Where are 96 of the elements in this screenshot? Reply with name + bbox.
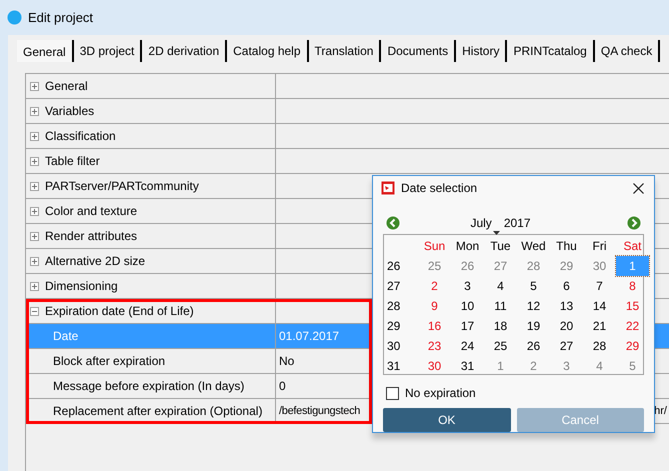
weekday-header: Fri	[592, 238, 608, 255]
expand-icon[interactable]	[30, 282, 39, 290]
calendar-day[interactable]: 19	[517, 316, 550, 336]
calendar-day[interactable]: 21	[583, 316, 616, 336]
week-number: 30	[386, 338, 402, 355]
expand-icon[interactable]	[30, 132, 39, 140]
week-number: 29	[386, 318, 402, 335]
calendar-day[interactable]: 26	[451, 256, 484, 276]
calendar-day[interactable]: 20	[550, 316, 583, 336]
group-label: Render attributes	[45, 228, 138, 245]
week-number: 31	[386, 358, 402, 375]
previous-month-icon[interactable]	[386, 216, 400, 230]
calendar-day[interactable]: 28	[583, 336, 616, 356]
group-label: Expiration date (End of Life)	[45, 303, 194, 320]
week-number: 27	[386, 278, 402, 295]
calendar-day[interactable]: 31	[451, 356, 484, 376]
collapse-icon[interactable]	[30, 306, 39, 316]
calendar-day[interactable]: 26	[517, 336, 550, 356]
calendar-day[interactable]: 2	[418, 276, 451, 296]
tab[interactable]: 3D project	[74, 40, 142, 62]
calendar-day[interactable]: 27	[484, 256, 517, 276]
calendar-day[interactable]: 7	[583, 276, 616, 296]
weekday-header: Wed	[520, 238, 547, 255]
calendar-day[interactable]: 14	[583, 296, 616, 316]
weekday-header: Thu	[555, 238, 578, 255]
group-label: Alternative 2D size	[45, 253, 146, 270]
expand-icon[interactable]	[30, 182, 39, 190]
week-number: 28	[386, 298, 402, 315]
calendar-day[interactable]: 23	[418, 336, 451, 356]
calendar-day[interactable]: 5	[616, 356, 649, 376]
calendar-day[interactable]: 29	[550, 256, 583, 276]
property-label[interactable]: Replacement after expiration (Optional)	[26, 402, 262, 420]
calendar-day[interactable]: 25	[418, 256, 451, 276]
calendar-day[interactable]: 3	[451, 276, 484, 296]
property-value: hr/	[654, 404, 668, 419]
calendar-icon	[381, 181, 395, 195]
week-number: 26	[386, 258, 402, 275]
expand-icon[interactable]	[30, 232, 39, 240]
property-label[interactable]: Block after expiration	[26, 352, 166, 370]
weekday-header: Tue	[489, 238, 512, 255]
calendar-day[interactable]: 15	[616, 296, 649, 316]
calendar-day[interactable]: 25	[484, 336, 517, 356]
property-value[interactable]: No	[279, 352, 294, 370]
year-selector[interactable]: 2017	[504, 214, 531, 232]
calendar-day[interactable]: 12	[517, 296, 550, 316]
expand-icon[interactable]	[30, 206, 39, 216]
expand-icon[interactable]	[30, 82, 39, 90]
expand-icon[interactable]	[30, 106, 39, 116]
calendar-day[interactable]: 1	[484, 356, 517, 376]
calendar-day[interactable]: 17	[451, 316, 484, 336]
calendar-day[interactable]: 10	[451, 296, 484, 316]
weekday-header: Sat	[622, 238, 642, 255]
calendar-day[interactable]: 16	[418, 316, 451, 336]
next-month-icon[interactable]	[627, 216, 641, 230]
calendar-day[interactable]: 4	[484, 276, 517, 296]
window-title: Edit project	[28, 8, 94, 27]
property-label[interactable]: Message before expiration (In days)	[26, 377, 244, 395]
dialog-title: Date selection	[401, 180, 478, 197]
calendar-day[interactable]: 30	[583, 256, 616, 276]
calendar-day[interactable]: 22	[616, 316, 649, 336]
app-icon	[7, 10, 22, 25]
calendar-day[interactable]: 28	[517, 256, 550, 276]
weekday-header: Mon	[454, 238, 480, 255]
calendar-day[interactable]: 8	[616, 276, 649, 296]
calendar-day[interactable]: 30	[418, 356, 451, 376]
tab[interactable]: General	[17, 40, 74, 62]
calendar-day[interactable]: 24	[451, 336, 484, 356]
group-label: PARTserver/PARTcommunity	[45, 178, 199, 195]
expand-icon[interactable]	[30, 156, 39, 166]
calendar-day[interactable]: 2	[517, 356, 550, 376]
group-label: General	[45, 78, 88, 95]
group-label: Color and texture	[45, 203, 138, 220]
calendar-day[interactable]: 27	[550, 336, 583, 356]
checkbox[interactable]	[386, 386, 399, 400]
group-label: Table filter	[45, 153, 100, 170]
calendar-day[interactable]: 4	[583, 356, 616, 376]
tab[interactable]: Translation	[308, 40, 382, 62]
group-label: Variables	[45, 103, 94, 120]
calendar-day[interactable]: 13	[550, 296, 583, 316]
calendar-day[interactable]: 18	[484, 316, 517, 336]
calendar-day[interactable]: 3	[550, 356, 583, 376]
month-selector[interactable]: July	[470, 214, 492, 232]
calendar-day[interactable]: 29	[616, 336, 649, 356]
calendar-day[interactable]: 6	[550, 276, 583, 296]
expand-icon[interactable]	[30, 256, 39, 266]
group-label: Classification	[45, 128, 116, 145]
calendar-day[interactable]: 9	[418, 296, 451, 316]
checkbox-label: No expiration	[405, 385, 476, 402]
weekday-header: Sun	[422, 238, 446, 255]
property-value[interactable]: 0	[279, 377, 286, 395]
calendar-day[interactable]: 5	[517, 276, 550, 296]
ok-button[interactable]: OK	[383, 408, 510, 432]
group-label: Dimensioning	[45, 278, 118, 295]
close-icon[interactable]	[633, 182, 644, 194]
calendar-day[interactable]: 11	[484, 296, 517, 316]
property-value[interactable]: /befestigungstech	[279, 402, 360, 420]
